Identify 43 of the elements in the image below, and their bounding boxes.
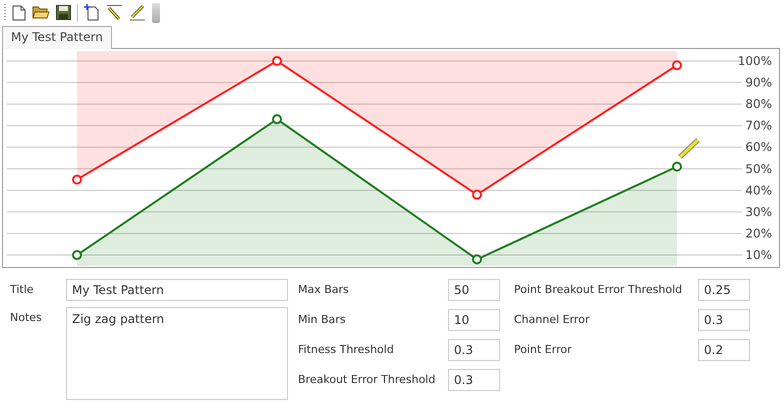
input-field[interactable]: My Test Pattern [66,279,288,301]
data-point[interactable] [272,56,282,66]
pencil-icon [678,138,700,159]
new-file-icon[interactable] [12,4,26,20]
axis-tick-label: 60% [745,140,772,154]
axis-tick-label: 40% [745,183,772,198]
pencil-line-icon[interactable] [129,4,146,21]
axis-tick-label: 10% [745,248,772,262]
data-point[interactable] [672,60,682,70]
folder-icon[interactable] [32,5,50,20]
data-point[interactable] [272,114,282,124]
input-field[interactable]: 0.2 [698,339,750,361]
tab[interactable]: My Test Pattern [2,26,112,49]
field-label: Min Bars [298,312,347,328]
input-field[interactable]: 50 [448,279,500,301]
field-label: Breakout Error Threshold [298,372,436,388]
field-label: Point Error [514,342,573,358]
axis-tick-label: 20% [745,226,772,240]
axis-tick-label: 100% [738,54,772,68]
data-point[interactable] [472,190,482,200]
field-label: Fitness Threshold [298,342,395,358]
notes-field[interactable]: Zig zag pattern [66,307,288,400]
axis-tick-label: 70% [745,118,772,133]
pencil-line-icon[interactable] [106,4,123,21]
axis-tick-label: 50% [745,162,772,176]
data-point[interactable] [72,174,82,185]
field-label: Point Breakout Error Threshold [514,282,684,298]
field-label: Title [10,282,35,298]
input-field[interactable]: 0.3 [448,339,500,361]
data-point[interactable] [672,162,682,172]
input-field[interactable]: 10 [448,309,500,331]
axis-tick-label: 90% [745,76,772,90]
input-field[interactable]: 0.3 [448,369,500,391]
data-point[interactable] [472,254,482,264]
data-point[interactable] [72,250,82,260]
field-label: Channel Error [514,312,590,328]
input-field[interactable]: 0.25 [698,279,750,301]
new-page-icon[interactable] [84,4,100,21]
field-label: Max Bars [298,282,350,298]
axis-tick-label: 30% [745,204,772,219]
axis-tick-label: 80% [745,97,772,112]
input-field[interactable]: 0.3 [698,309,750,331]
field-label: Notes [10,310,43,326]
